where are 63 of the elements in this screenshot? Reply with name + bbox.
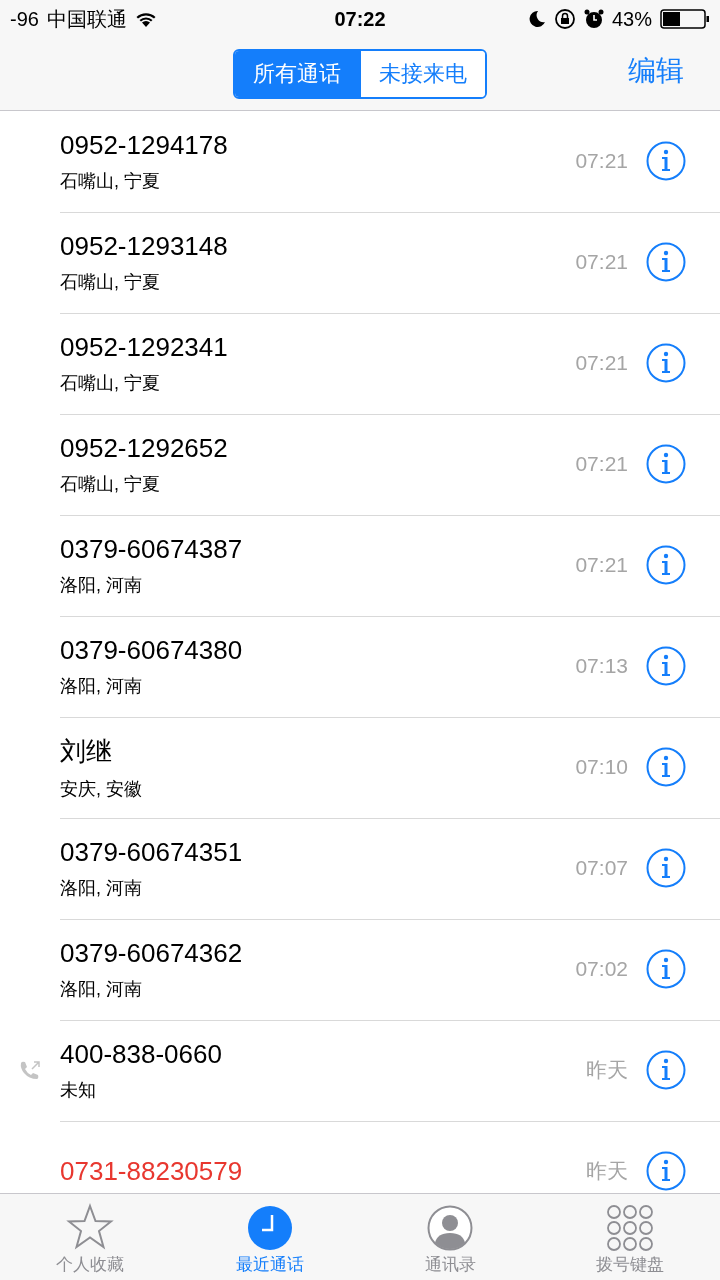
info-icon[interactable]	[646, 545, 686, 585]
info-icon[interactable]	[646, 242, 686, 282]
battery-percent: 43%	[611, 7, 652, 31]
caller-name: 0379-60674380	[60, 634, 244, 666]
caller-location: 洛阳, 河南	[60, 573, 143, 597]
moon-icon	[527, 10, 546, 28]
caller-name: 0379-60674362	[60, 937, 244, 969]
caller-name: 刘继	[60, 734, 113, 768]
clock-icon	[247, 1205, 293, 1251]
caller-location: 洛阳, 河南	[60, 876, 143, 900]
tab-bar-item[interactable]: 个人收藏	[0, 1194, 180, 1280]
edit-button[interactable]: 编辑	[628, 52, 684, 90]
battery-icon	[660, 9, 710, 29]
call-time: 07:21	[575, 149, 628, 173]
caller-name: 400-838-0660	[60, 1038, 223, 1070]
signal-strength: -96	[10, 7, 39, 31]
contact-icon	[427, 1205, 473, 1251]
filter-tab[interactable]: 所有通话	[235, 51, 359, 97]
carrier-name: 中国联通	[46, 6, 127, 32]
info-icon[interactable]	[646, 646, 686, 686]
tab-bar-item[interactable]: 拨号键盘	[540, 1194, 720, 1280]
rotation-lock-icon	[553, 8, 576, 30]
info-icon[interactable]	[646, 1050, 686, 1090]
info-icon[interactable]	[646, 949, 686, 989]
star-icon	[66, 1203, 114, 1251]
caller-location: 石嘴山, 宁夏	[60, 270, 161, 294]
caller-name: 0952-1292652	[60, 432, 229, 464]
caller-location: 石嘴山, 宁夏	[60, 169, 161, 193]
caller-name: 0379-60674351	[60, 836, 244, 868]
call-time: 07:02	[575, 957, 628, 981]
caller-location: 安庆, 安徽	[60, 777, 143, 801]
tab-bar-item[interactable]: 通讯录	[360, 1194, 540, 1280]
info-icon[interactable]	[646, 141, 686, 181]
caller-location: 石嘴山, 宁夏	[60, 472, 161, 496]
caller-location: 洛阳, 河南	[60, 977, 143, 1001]
alarm-icon	[583, 9, 604, 29]
info-icon[interactable]	[646, 747, 686, 787]
call-time: 昨天	[586, 1158, 628, 1184]
info-icon[interactable]	[646, 1151, 686, 1191]
info-icon[interactable]	[646, 444, 686, 484]
call-time: 07:13	[575, 654, 628, 678]
clock-time: 07:22	[334, 7, 386, 31]
call-time: 07:21	[575, 452, 628, 476]
caller-location: 洛阳, 河南	[60, 674, 143, 698]
info-icon[interactable]	[646, 848, 686, 888]
call-time: 07:10	[575, 755, 628, 779]
call-time: 07:21	[575, 553, 628, 577]
caller-location: 石嘴山, 宁夏	[60, 371, 161, 395]
caller-location: 未知	[60, 1078, 97, 1102]
keypad-icon	[607, 1205, 653, 1251]
caller-name: 0952-1293148	[60, 230, 229, 262]
caller-name: 0731-88230579	[60, 1155, 244, 1187]
call-time: 07:07	[575, 856, 628, 880]
caller-name: 0952-1294178	[60, 129, 229, 161]
caller-name: 0379-60674387	[60, 533, 244, 565]
caller-name: 0952-1292341	[60, 331, 229, 363]
tab-bar-item[interactable]: 最近通话	[180, 1194, 360, 1280]
call-time: 昨天	[586, 1057, 628, 1083]
call-time: 07:21	[575, 250, 628, 274]
call-time: 07:21	[575, 351, 628, 375]
info-icon[interactable]	[646, 343, 686, 383]
wifi-icon	[134, 11, 157, 27]
filter-tab[interactable]: 未接来电	[359, 51, 485, 97]
